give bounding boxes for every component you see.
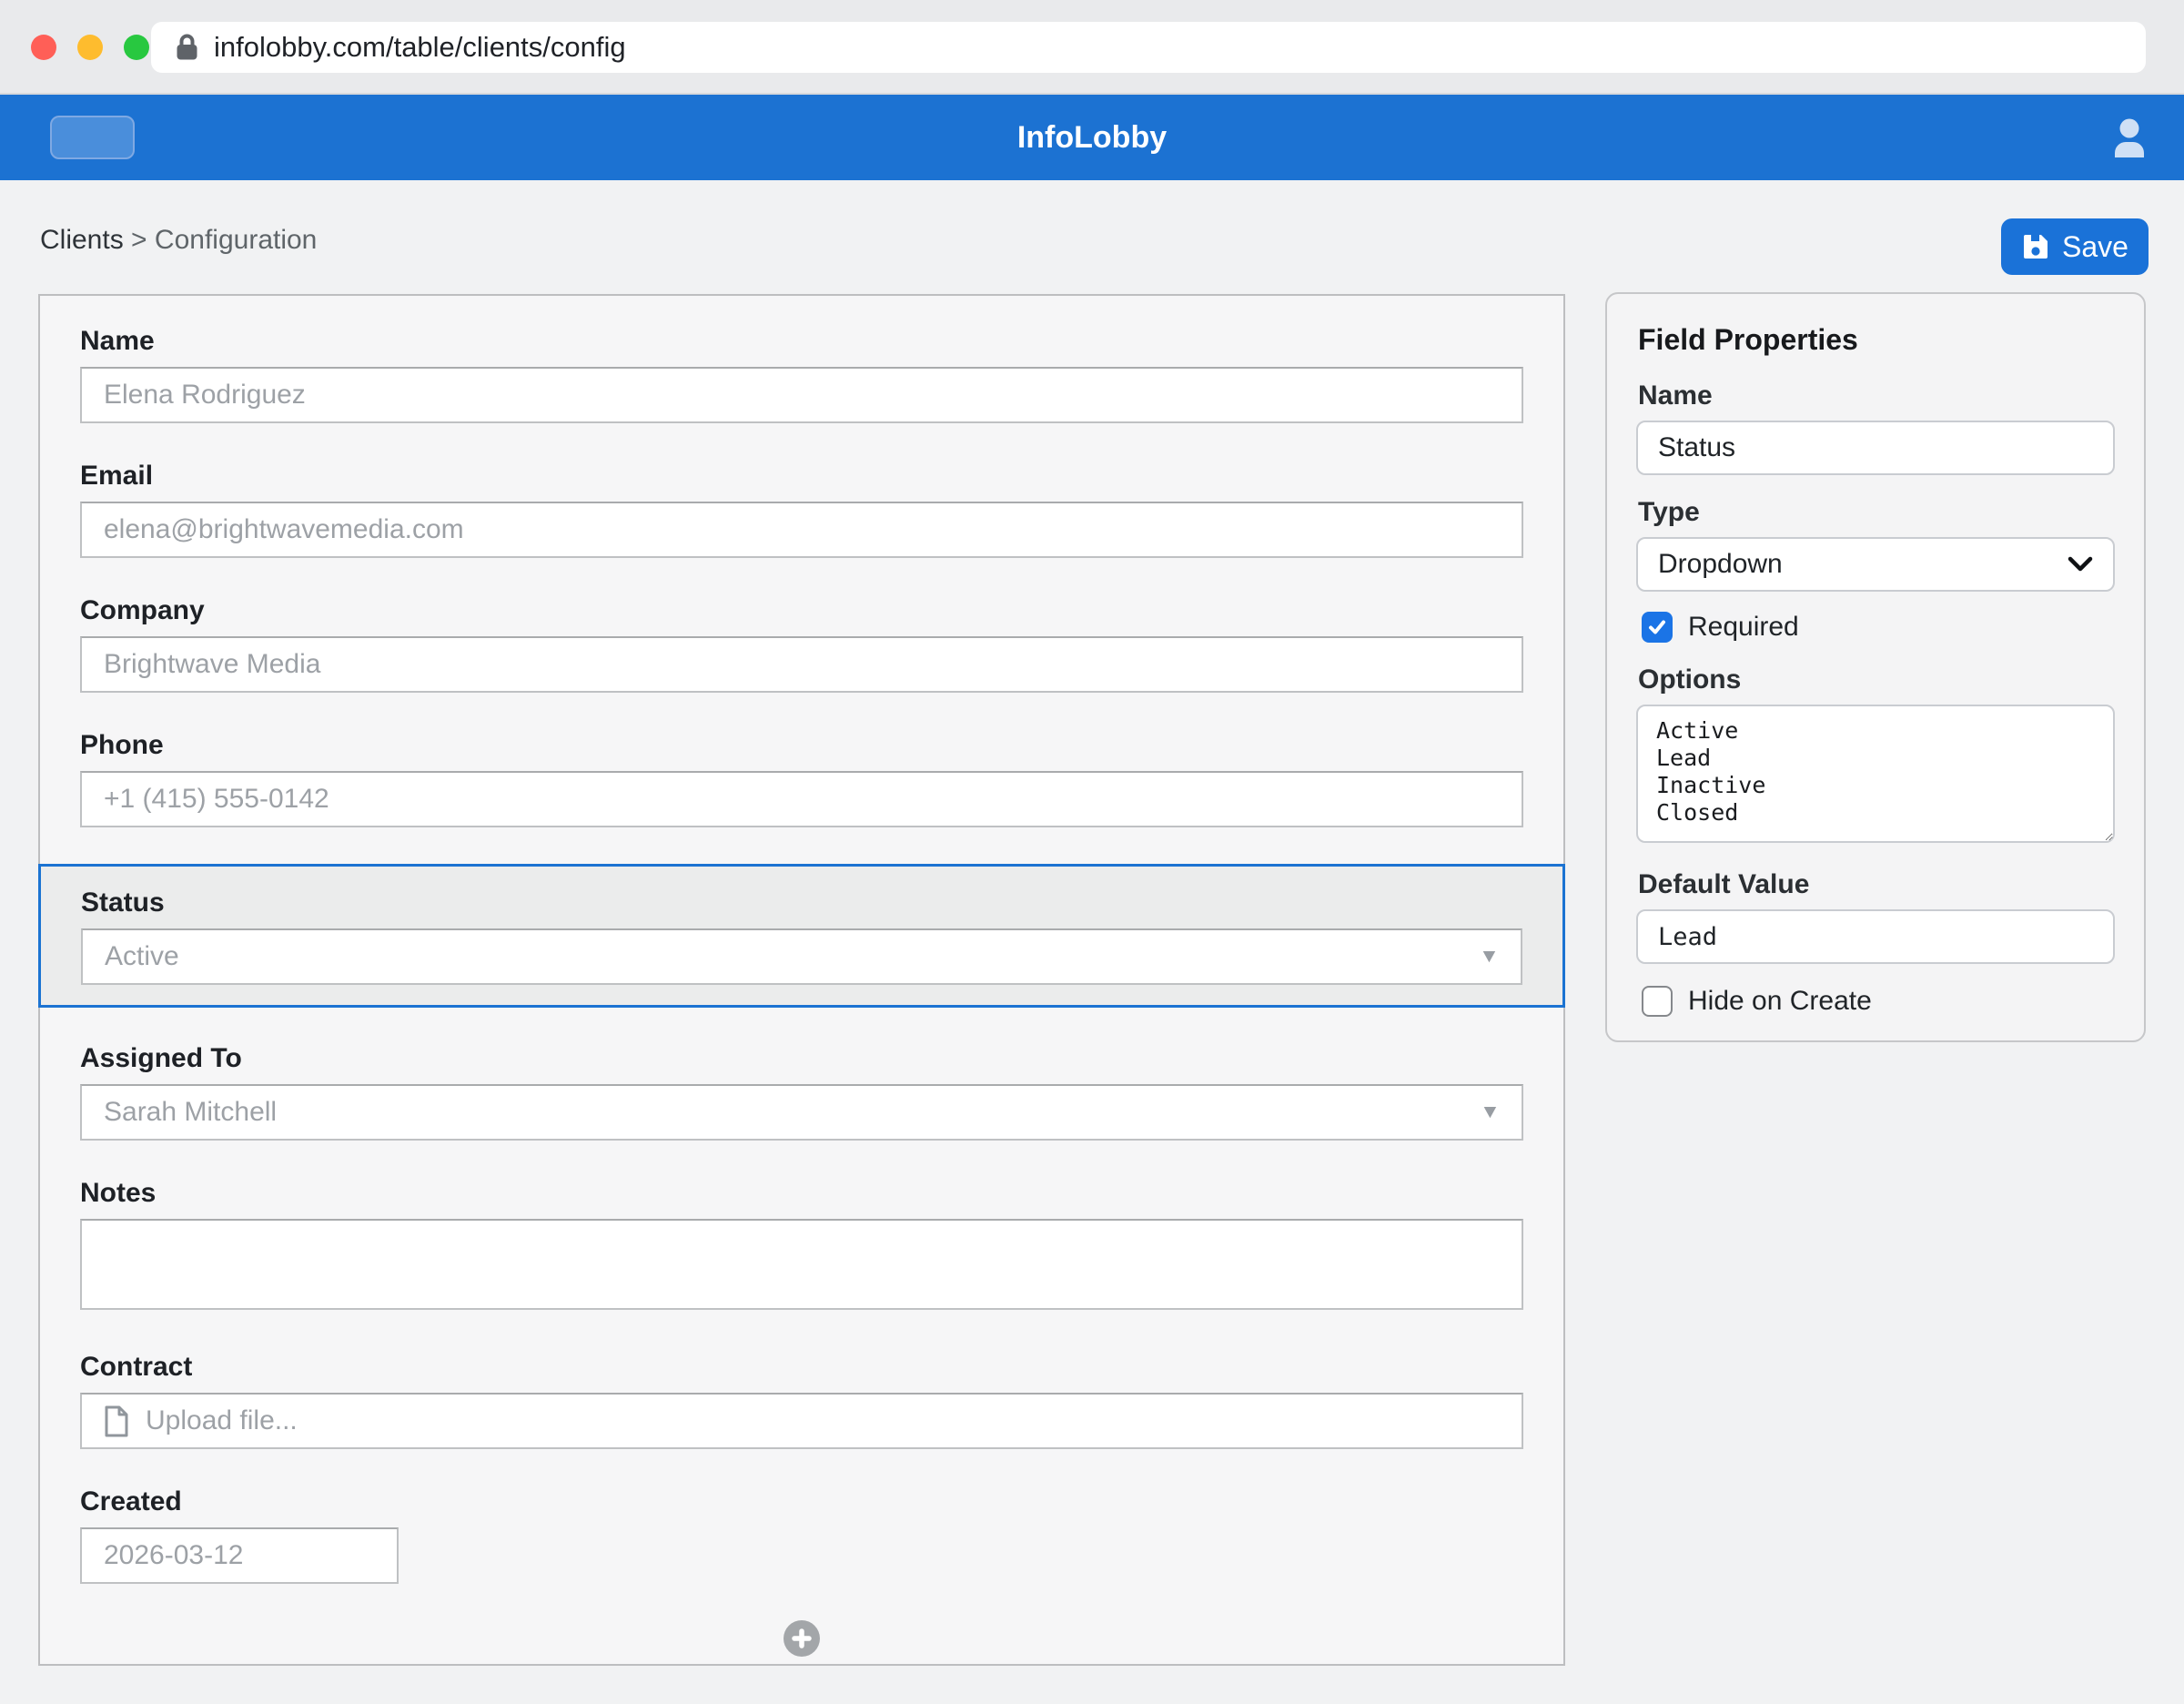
field-status-select[interactable]: Active ▼ (81, 928, 1522, 985)
field-name: Name (80, 325, 1523, 423)
property-name-label: Name (1638, 380, 2115, 411)
window-zoom-button[interactable] (124, 35, 149, 60)
field-assigned-to-select[interactable]: Sarah Mitchell ▼ (80, 1084, 1523, 1141)
file-icon (104, 1405, 129, 1437)
caret-down-icon: ▼ (1479, 946, 1500, 968)
user-icon (2111, 117, 2148, 157)
field-phone: Phone (80, 729, 1523, 827)
property-type-label: Type (1638, 497, 2115, 528)
hide-on-create-checkbox[interactable] (1642, 986, 1673, 1017)
field-notes: Notes (80, 1177, 1523, 1314)
hide-on-create-label: Hide on Create (1688, 986, 1872, 1017)
options-textarea[interactable]: Active Lead Inactive Closed (1636, 705, 2115, 843)
app-title: InfoLobby (0, 95, 2184, 180)
breadcrumb-table[interactable]: Clients (40, 225, 124, 255)
field-contract-placeholder: Upload file... (146, 1405, 298, 1436)
field-notes-textarea[interactable] (80, 1219, 1523, 1310)
field-company: Company (80, 594, 1523, 693)
property-type-value: Dropdown (1658, 549, 1783, 580)
field-created-input[interactable] (80, 1527, 399, 1584)
default-value-label: Default Value (1638, 869, 2115, 900)
field-status-selected[interactable]: Status Active ▼ (38, 864, 1565, 1008)
field-status-value: Active (105, 941, 179, 972)
chevron-down-icon (2068, 556, 2093, 573)
required-label: Required (1688, 612, 1799, 643)
hide-on-create-row[interactable]: Hide on Create (1642, 986, 2115, 1017)
field-name-input[interactable] (80, 367, 1523, 423)
required-checkbox[interactable] (1642, 612, 1673, 643)
save-button-label: Save (2062, 230, 2128, 264)
field-email-label: Email (80, 460, 1523, 492)
window-close-button[interactable] (31, 35, 56, 60)
browser-chrome: infolobby.com/table/clients/config (0, 0, 2184, 95)
field-company-input[interactable] (80, 636, 1523, 693)
property-name-input[interactable] (1636, 421, 2115, 475)
default-value-input[interactable] (1636, 909, 2115, 964)
add-field-button[interactable] (784, 1620, 820, 1657)
url-text: infolobby.com/table/clients/config (214, 31, 626, 64)
breadcrumb-separator: > (131, 225, 147, 255)
field-company-label: Company (80, 594, 1523, 627)
save-icon (2021, 232, 2050, 261)
caret-down-icon: ▼ (1480, 1101, 1501, 1123)
field-notes-label: Notes (80, 1177, 1523, 1210)
address-bar[interactable]: infolobby.com/table/clients/config (151, 22, 2146, 73)
field-created: Created (80, 1486, 1523, 1584)
field-phone-input[interactable] (80, 771, 1523, 827)
field-properties-title: Field Properties (1638, 323, 2113, 357)
breadcrumb-page: Configuration (155, 225, 317, 255)
options-label: Options (1638, 664, 2115, 695)
breadcrumb: Clients > Configuration (40, 225, 317, 256)
field-email-input[interactable] (80, 502, 1523, 558)
field-status-label: Status (81, 887, 1522, 919)
plus-icon (792, 1628, 812, 1648)
save-button[interactable]: Save (2001, 218, 2149, 275)
field-assigned-to-value: Sarah Mitchell (104, 1097, 277, 1128)
field-created-label: Created (80, 1486, 1523, 1518)
field-phone-label: Phone (80, 729, 1523, 762)
lock-icon (175, 33, 199, 62)
form-preview-panel: Name Email Company Phone Status Active ▼… (38, 294, 1565, 1666)
app-header: InfoLobby (0, 95, 2184, 180)
field-assigned-to-label: Assigned To (80, 1042, 1523, 1075)
check-icon (1647, 617, 1667, 637)
field-email: Email (80, 460, 1523, 558)
required-row[interactable]: Required (1642, 612, 2115, 643)
field-properties-panel: Field Properties Name Type Dropdown Requ… (1605, 292, 2146, 1042)
field-contract-upload[interactable]: Upload file... (80, 1393, 1523, 1449)
field-name-label: Name (80, 325, 1523, 358)
window-minimize-button[interactable] (77, 35, 103, 60)
user-account-button[interactable] (2098, 106, 2160, 168)
window-controls (31, 35, 149, 60)
field-assigned-to: Assigned To Sarah Mitchell ▼ (80, 1042, 1523, 1141)
property-type-select[interactable]: Dropdown (1636, 537, 2115, 592)
field-contract-label: Contract (80, 1351, 1523, 1384)
field-contract: Contract Upload file... (80, 1351, 1523, 1449)
